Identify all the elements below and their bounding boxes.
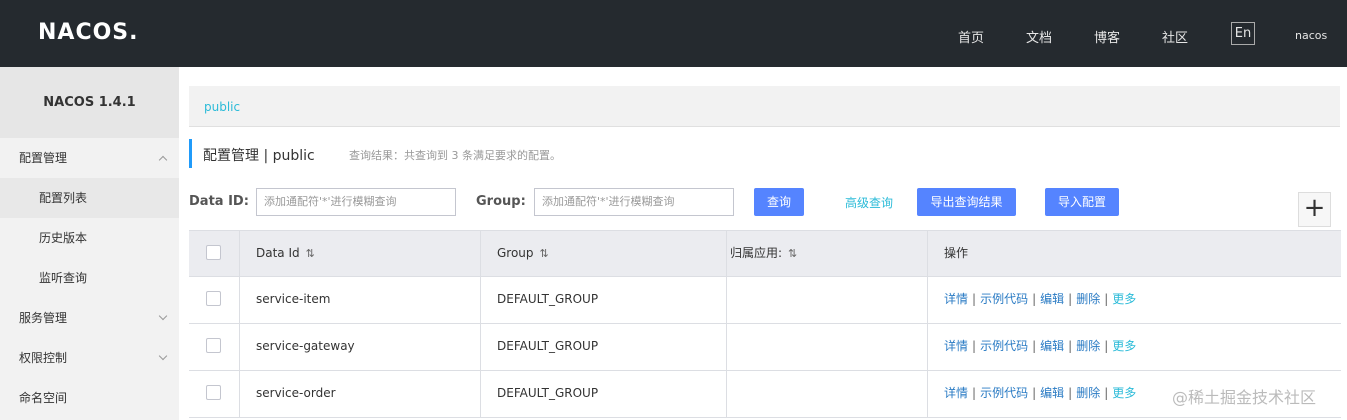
sort-icon[interactable]: ⇅: [788, 247, 797, 260]
table-row: service-gateway DEFAULT_GROUP 详情 | 示例代码 | 编辑…: [189, 324, 1341, 371]
user-name[interactable]: nacos: [1295, 29, 1327, 42]
row-checkbox[interactable]: [206, 385, 221, 400]
sidebar-item-label: 历史版本: [39, 231, 88, 245]
cell-app: [727, 371, 928, 417]
sort-icon[interactable]: ⇅: [306, 247, 315, 260]
sample-code-link[interactable]: 示例代码: [980, 339, 1028, 353]
header-label: Group: [497, 246, 534, 260]
delete-link[interactable]: 删除: [1076, 386, 1100, 400]
sidebar-item-listener-query[interactable]: 监听查询: [0, 258, 179, 298]
import-config-button[interactable]: 导入配置: [1045, 188, 1119, 216]
sidebar-item-label: 配置管理: [19, 151, 68, 165]
select-all-checkbox[interactable]: [206, 245, 221, 260]
config-table: Data Id ⇅ Group ⇅ 归属应用: ⇅ 操作 service-item D…: [189, 230, 1341, 420]
header-actions: 操作: [928, 231, 1341, 276]
cell-app: [727, 324, 928, 370]
row-actions: 详情 | 示例代码 | 编辑 | 删除 | 更多: [944, 386, 1137, 400]
row-actions: 详情 | 示例代码 | 编辑 | 删除 | 更多: [944, 339, 1137, 353]
sidebar-item-label: 配置列表: [39, 191, 88, 205]
query-result-summary: 查询结果：共查询到 3 条满足要求的配置。: [349, 149, 561, 162]
row-checkbox[interactable]: [206, 291, 221, 306]
sidebar-item-history[interactable]: 历史版本: [0, 218, 179, 258]
more-link[interactable]: 更多: [1112, 339, 1136, 353]
query-button[interactable]: 查询: [754, 188, 804, 216]
edit-link[interactable]: 编辑: [1040, 386, 1064, 400]
advanced-query-link[interactable]: 高级查询: [845, 194, 893, 211]
version-title: NACOS 1.4.1: [0, 67, 179, 138]
row-checkbox-cell: [189, 277, 240, 323]
chevron-up-icon: [158, 155, 168, 165]
namespace-bar: public: [189, 86, 1340, 127]
language-toggle[interactable]: En: [1231, 22, 1255, 45]
header-app[interactable]: 归属应用: ⇅: [727, 231, 928, 276]
row-actions: 详情 | 示例代码 | 编辑 | 删除 | 更多: [944, 292, 1137, 306]
header-data-id[interactable]: Data Id ⇅: [240, 231, 481, 276]
namespace-public-link[interactable]: public: [204, 100, 240, 114]
header-checkbox-cell: [189, 231, 240, 276]
table-row: service-item DEFAULT_GROUP 详情 | 示例代码 | 编辑 | 删除…: [189, 277, 1341, 324]
nav-docs[interactable]: 文档: [1026, 27, 1052, 46]
table-header: Data Id ⇅ Group ⇅ 归属应用: ⇅ 操作: [189, 230, 1341, 277]
sample-code-link[interactable]: 示例代码: [980, 386, 1028, 400]
row-checkbox-cell: [189, 324, 240, 370]
group-input[interactable]: 添加通配符'*'进行模糊查询: [534, 188, 734, 216]
cell-data-id: service-item: [240, 277, 481, 323]
sidebar-item-label: 监听查询: [39, 271, 88, 285]
cell-group: DEFAULT_GROUP: [481, 371, 727, 417]
watermark: @稀土掘金技术社区: [1172, 388, 1317, 407]
plus-icon[interactable]: +: [1298, 192, 1331, 227]
row-checkbox-cell: [189, 371, 240, 417]
nacos-logo[interactable]: NACOS.: [38, 20, 139, 45]
sidebar: NACOS 1.4.1 配置管理 配置列表 历史版本 监听查询 服务管理 权限控…: [0, 67, 179, 420]
sidebar-item-access-control[interactable]: 权限控制: [0, 338, 179, 378]
nav-community[interactable]: 社区: [1162, 27, 1188, 46]
sidebar-item-label: 服务管理: [19, 311, 68, 325]
page-title: 配置管理 | public: [203, 148, 315, 164]
more-link[interactable]: 更多: [1112, 386, 1136, 400]
cell-group: DEFAULT_GROUP: [481, 277, 727, 323]
chevron-down-icon: [158, 351, 168, 361]
sidebar-item-config-list[interactable]: 配置列表: [0, 178, 179, 218]
sidebar-item-namespace[interactable]: 命名空间: [0, 378, 179, 418]
chevron-down-icon: [158, 311, 168, 321]
sidebar-item-label: 命名空间: [19, 391, 68, 405]
delete-link[interactable]: 删除: [1076, 339, 1100, 353]
data-id-label: Data ID:: [189, 194, 249, 209]
export-results-button[interactable]: 导出查询结果: [917, 188, 1016, 216]
sidebar-item-label: 权限控制: [19, 351, 68, 365]
nav-home[interactable]: 首页: [958, 27, 984, 46]
edit-link[interactable]: 编辑: [1040, 339, 1064, 353]
page-title-bar: 配置管理 | public 查询结果：共查询到 3 条满足要求的配置。: [189, 139, 561, 168]
header-group[interactable]: Group ⇅: [481, 231, 727, 276]
edit-link[interactable]: 编辑: [1040, 292, 1064, 306]
header-label: Data Id: [256, 246, 300, 260]
data-id-input[interactable]: 添加通配符'*'进行模糊查询: [256, 188, 456, 216]
sort-icon[interactable]: ⇅: [540, 247, 549, 260]
cell-group: DEFAULT_GROUP: [481, 324, 727, 370]
cell-data-id: service-order: [240, 371, 481, 417]
more-link[interactable]: 更多: [1112, 292, 1136, 306]
detail-link[interactable]: 详情: [944, 386, 968, 400]
nav-blog[interactable]: 博客: [1094, 27, 1120, 46]
sidebar-item-service-management[interactable]: 服务管理: [0, 298, 179, 338]
row-checkbox[interactable]: [206, 338, 221, 353]
delete-link[interactable]: 删除: [1076, 292, 1100, 306]
detail-link[interactable]: 详情: [944, 292, 968, 306]
sidebar-item-config-management[interactable]: 配置管理: [0, 138, 179, 178]
group-label: Group:: [476, 194, 526, 209]
header-label: 操作: [944, 246, 969, 260]
table-row: service-order DEFAULT_GROUP 详情 | 示例代码 | 编辑 | 删…: [189, 371, 1341, 418]
header-label: 归属应用:: [730, 246, 783, 260]
cell-app: [727, 277, 928, 323]
top-header: NACOS. 首页 文档 博客 社区 En nacos: [0, 0, 1347, 67]
cell-data-id: service-gateway: [240, 324, 481, 370]
detail-link[interactable]: 详情: [944, 339, 968, 353]
sample-code-link[interactable]: 示例代码: [980, 292, 1028, 306]
